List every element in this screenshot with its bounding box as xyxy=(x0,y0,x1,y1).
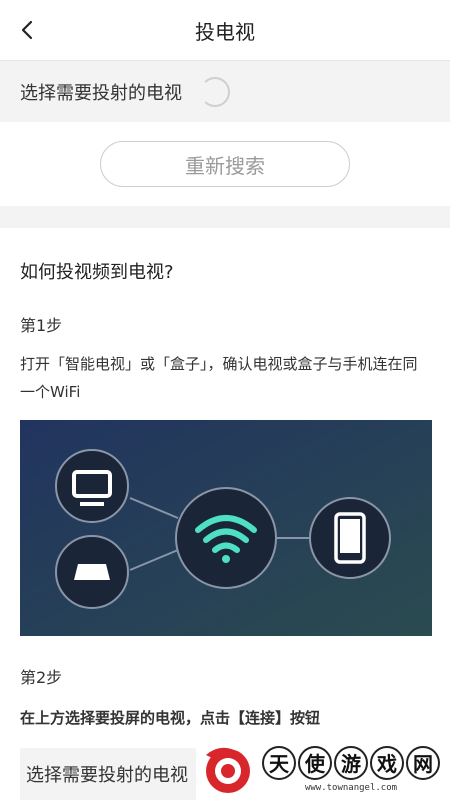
section-divider xyxy=(0,206,450,228)
watermark-char: 戏 xyxy=(370,745,404,780)
search-area: 重新搜索 xyxy=(0,122,450,206)
page-title: 投电视 xyxy=(195,19,255,44)
preview-select-bar: 选择需要投射的电视 xyxy=(20,748,200,800)
step-2-label: 第2步 xyxy=(20,668,63,687)
step-1-description: 打开「智能电视」或「盒子」，确认电视或盒子与手机连在同一个WiFi xyxy=(20,355,418,401)
watermark-url: www.townangel.com xyxy=(304,782,398,793)
help-title: 如何投视频到电视? xyxy=(20,262,174,283)
top-bar: 投电视 xyxy=(0,0,450,60)
angel-logo-icon xyxy=(206,747,250,793)
wifi-icon xyxy=(175,487,277,589)
cast-illustration xyxy=(20,420,432,636)
help-section: 如何投视频到电视? 第1步 打开「智能电视」或「盒子」，确认电视或盒子与手机连在… xyxy=(0,258,450,732)
back-button[interactable] xyxy=(12,14,44,46)
site-watermark: 天 使 游 戏 网 www.townangel.com xyxy=(196,738,450,800)
step-2-description: 在上方选择要投屏的电视，点击【连接】按钮 xyxy=(20,709,321,727)
research-button[interactable]: 重新搜索 xyxy=(100,141,350,187)
phone-icon xyxy=(309,497,391,579)
watermark-char: 游 xyxy=(334,745,368,780)
chevron-left-icon xyxy=(21,20,33,40)
tv-box-icon xyxy=(55,535,129,609)
step-1-label: 第1步 xyxy=(20,316,63,335)
preview-select-label: 选择需要投射的电视 xyxy=(26,765,188,786)
watermark-char: 天 xyxy=(262,745,296,780)
watermark-char: 使 xyxy=(298,745,332,780)
tv-icon xyxy=(55,449,129,523)
loading-spinner-icon xyxy=(200,76,230,107)
select-tv-label: 选择需要投射的电视 xyxy=(20,82,182,104)
device-select-bar: 选择需要投射的电视 xyxy=(0,60,450,122)
watermark-char: 网 xyxy=(406,745,440,780)
